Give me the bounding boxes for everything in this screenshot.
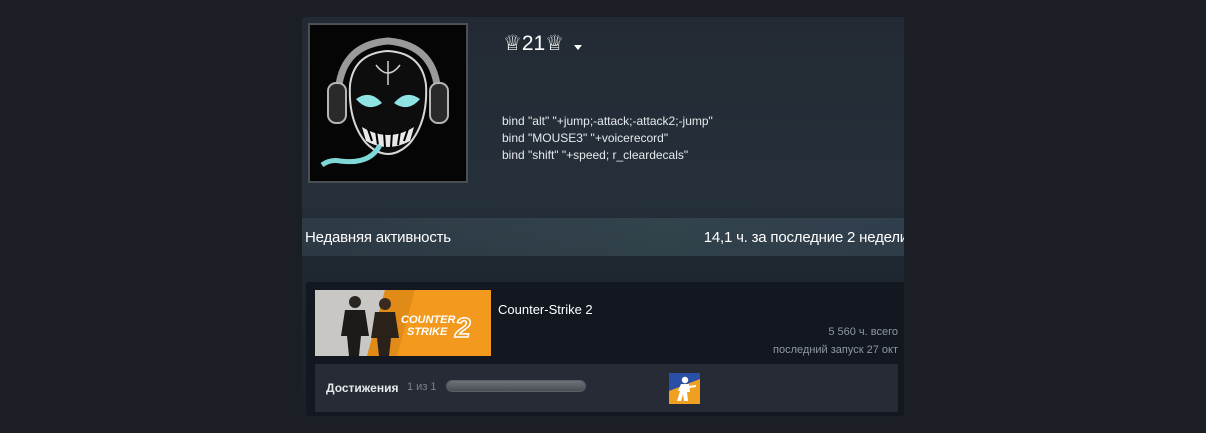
- capsule-logo-line2: STRIKE: [407, 326, 448, 338]
- counter-strike-2-logo-icon: COUNTER STRIKE 2: [315, 290, 491, 356]
- counter-terrorist-achievement-icon: [669, 373, 700, 404]
- recent-activity-header: Недавняя активность 14,1 ч. за последние…: [302, 218, 904, 256]
- capsule-logo-line1: COUNTER: [401, 314, 455, 326]
- game-last-played: последний запуск 27 окт: [773, 344, 898, 356]
- achievements-count: 1 из 1: [407, 381, 437, 393]
- persona-name-dropdown[interactable]: ♕21♕: [503, 31, 583, 56]
- persona-name: ♕21♕: [503, 32, 565, 55]
- game-name-link[interactable]: Counter-Strike 2: [498, 302, 593, 317]
- recent-activity-hours: 14,1 ч. за последние 2 недели: [703, 228, 904, 246]
- recent-game: COUNTER STRIKE 2 Counter-Strike 2 5 560 …: [306, 282, 904, 416]
- skull-headphones-avatar-icon: [310, 25, 466, 181]
- achievements-progress-bar: [446, 380, 586, 392]
- summary-line: bind "MOUSE3" "+voicerecord": [502, 131, 669, 145]
- chevron-down-icon: [574, 45, 583, 50]
- avatar[interactable]: [308, 23, 468, 183]
- game-capsule[interactable]: COUNTER STRIKE 2: [315, 290, 491, 356]
- game-hours-total: 5 560 ч. всего: [828, 326, 898, 338]
- profile-panel: ♕21♕ bind "alt" "+jump;-attack;-attack2;…: [302, 17, 904, 417]
- achievement-icon[interactable]: [669, 373, 700, 404]
- achievements-progress-fill: [447, 381, 585, 391]
- profile-summary: bind "alt" "+jump;-attack;-attack2;-jump…: [502, 113, 713, 164]
- capsule-logo-number: 2: [454, 312, 471, 343]
- recent-activity-label[interactable]: Недавняя активность: [302, 229, 451, 246]
- game-stats: 5 560 ч. всего последний запуск 27 окт: [773, 323, 898, 359]
- summary-line: bind "shift" "+speed; r_cleardecals": [502, 148, 689, 162]
- achievements-bar: Достижения 1 из 1: [315, 364, 898, 412]
- achievements-label[interactable]: Достижения: [326, 381, 398, 395]
- summary-line: bind "alt" "+jump;-attack;-attack2;-jump…: [502, 114, 713, 128]
